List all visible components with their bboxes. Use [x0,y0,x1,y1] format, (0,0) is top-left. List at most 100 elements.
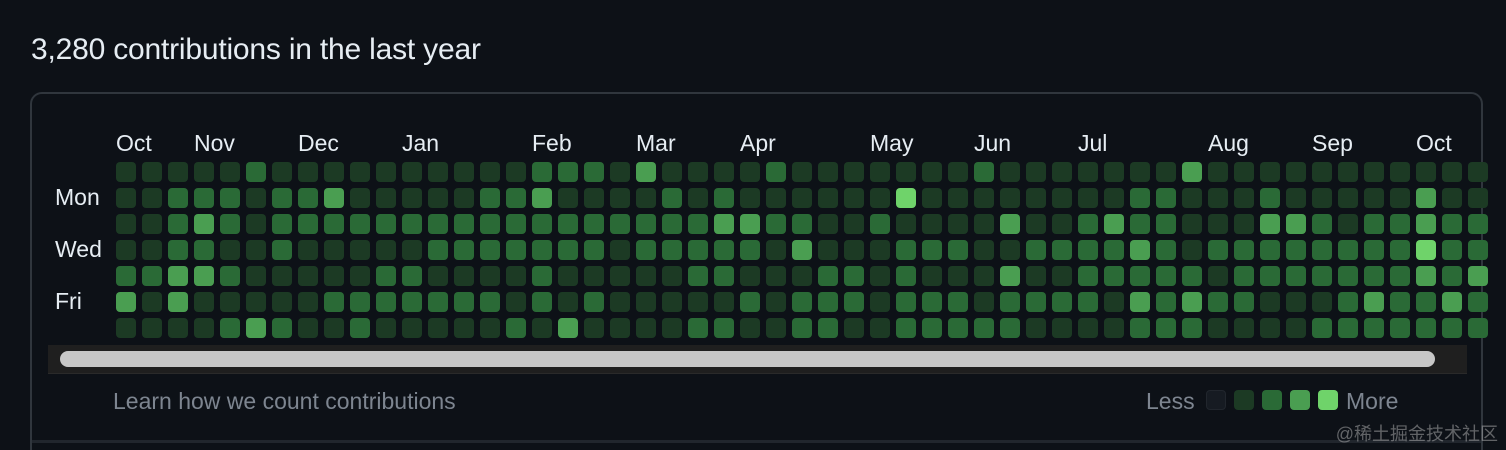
contribution-cell[interactable] [948,240,968,260]
contribution-cell[interactable] [1234,266,1254,286]
contribution-cell[interactable] [272,318,292,338]
contribution-cell[interactable] [662,266,682,286]
contribution-cell[interactable] [1156,266,1176,286]
contribution-cell[interactable] [402,266,422,286]
contribution-cell[interactable] [1208,318,1228,338]
contribution-cell[interactable] [376,318,396,338]
contribution-cell[interactable] [1390,240,1410,260]
contribution-cell[interactable] [1208,188,1228,208]
contribution-cell[interactable] [636,214,656,234]
contribution-cell[interactable] [480,240,500,260]
contribution-cell[interactable] [402,318,422,338]
contribution-cell[interactable] [1442,188,1462,208]
contribution-cell[interactable] [766,266,786,286]
contribution-cell[interactable] [1026,318,1046,338]
contribution-cell[interactable] [168,240,188,260]
contribution-cell[interactable] [1234,240,1254,260]
contribution-cell[interactable] [818,162,838,182]
contribution-cell[interactable] [1416,318,1436,338]
contribution-cell[interactable] [1130,162,1150,182]
contribution-cell[interactable] [194,188,214,208]
contribution-cell[interactable] [1338,292,1358,312]
contribution-cell[interactable] [1390,214,1410,234]
contribution-cell[interactable] [1468,214,1488,234]
contribution-cell[interactable] [1260,240,1280,260]
contribution-cell[interactable] [896,214,916,234]
contribution-cell[interactable] [948,214,968,234]
contribution-cell[interactable] [1000,266,1020,286]
contribution-cell[interactable] [688,214,708,234]
contribution-cell[interactable] [1182,266,1202,286]
contribution-cell[interactable] [1442,162,1462,182]
contribution-cell[interactable] [428,318,448,338]
contribution-cell[interactable] [402,240,422,260]
contribution-cell[interactable] [636,266,656,286]
contribution-cell[interactable] [116,318,136,338]
contribution-cell[interactable] [428,162,448,182]
contribution-cell[interactable] [1000,292,1020,312]
contribution-cell[interactable] [792,292,812,312]
contribution-cell[interactable] [1208,292,1228,312]
contribution-cell[interactable] [1052,318,1072,338]
contribution-cell[interactable] [896,162,916,182]
contribution-cell[interactable] [480,188,500,208]
contribution-cell[interactable] [558,162,578,182]
contribution-cell[interactable] [376,266,396,286]
contribution-cell[interactable] [870,214,890,234]
contribution-cell[interactable] [558,214,578,234]
contribution-cell[interactable] [272,214,292,234]
contribution-cell[interactable] [1156,188,1176,208]
contribution-cell[interactable] [922,214,942,234]
contribution-cell[interactable] [454,266,474,286]
contribution-cell[interactable] [974,318,994,338]
contribution-cell[interactable] [792,318,812,338]
contribution-cell[interactable] [1104,214,1124,234]
contribution-cell[interactable] [766,292,786,312]
contribution-cell[interactable] [584,162,604,182]
contribution-cell[interactable] [792,266,812,286]
contribution-cell[interactable] [246,240,266,260]
contribution-cell[interactable] [1156,240,1176,260]
contribution-cell[interactable] [688,266,708,286]
contribution-cell[interactable] [948,188,968,208]
contribution-cell[interactable] [558,266,578,286]
contribution-cell[interactable] [714,266,734,286]
contribution-cell[interactable] [142,292,162,312]
contribution-cell[interactable] [948,162,968,182]
contribution-cell[interactable] [1182,292,1202,312]
contribution-cell[interactable] [896,240,916,260]
contribution-cell[interactable] [1338,162,1358,182]
contribution-cell[interactable] [1390,162,1410,182]
contribution-cell[interactable] [974,162,994,182]
contribution-cell[interactable] [740,240,760,260]
contribution-cell[interactable] [714,188,734,208]
contribution-cell[interactable] [922,266,942,286]
contribution-cell[interactable] [246,162,266,182]
contribution-cell[interactable] [1104,318,1124,338]
contribution-cell[interactable] [766,318,786,338]
contribution-cell[interactable] [1234,292,1254,312]
contribution-cell[interactable] [636,162,656,182]
contribution-cell[interactable] [662,162,682,182]
contribution-cell[interactable] [220,188,240,208]
contribution-cell[interactable] [1130,266,1150,286]
contribution-cell[interactable] [1130,214,1150,234]
contribution-cell[interactable] [662,292,682,312]
contribution-cell[interactable] [662,240,682,260]
contribution-cell[interactable] [714,240,734,260]
contribution-cell[interactable] [844,266,864,286]
contribution-cell[interactable] [974,266,994,286]
contribution-cell[interactable] [272,162,292,182]
contribution-cell[interactable] [402,188,422,208]
contribution-cell[interactable] [1442,318,1462,338]
contribution-cell[interactable] [506,266,526,286]
contribution-cell[interactable] [1208,266,1228,286]
contribution-cell[interactable] [324,188,344,208]
contribution-cell[interactable] [792,162,812,182]
contribution-cell[interactable] [610,240,630,260]
contribution-cell[interactable] [506,292,526,312]
contribution-cell[interactable] [1364,214,1384,234]
contribution-cell[interactable] [272,240,292,260]
contribution-cell[interactable] [298,188,318,208]
contribution-cell[interactable] [272,188,292,208]
